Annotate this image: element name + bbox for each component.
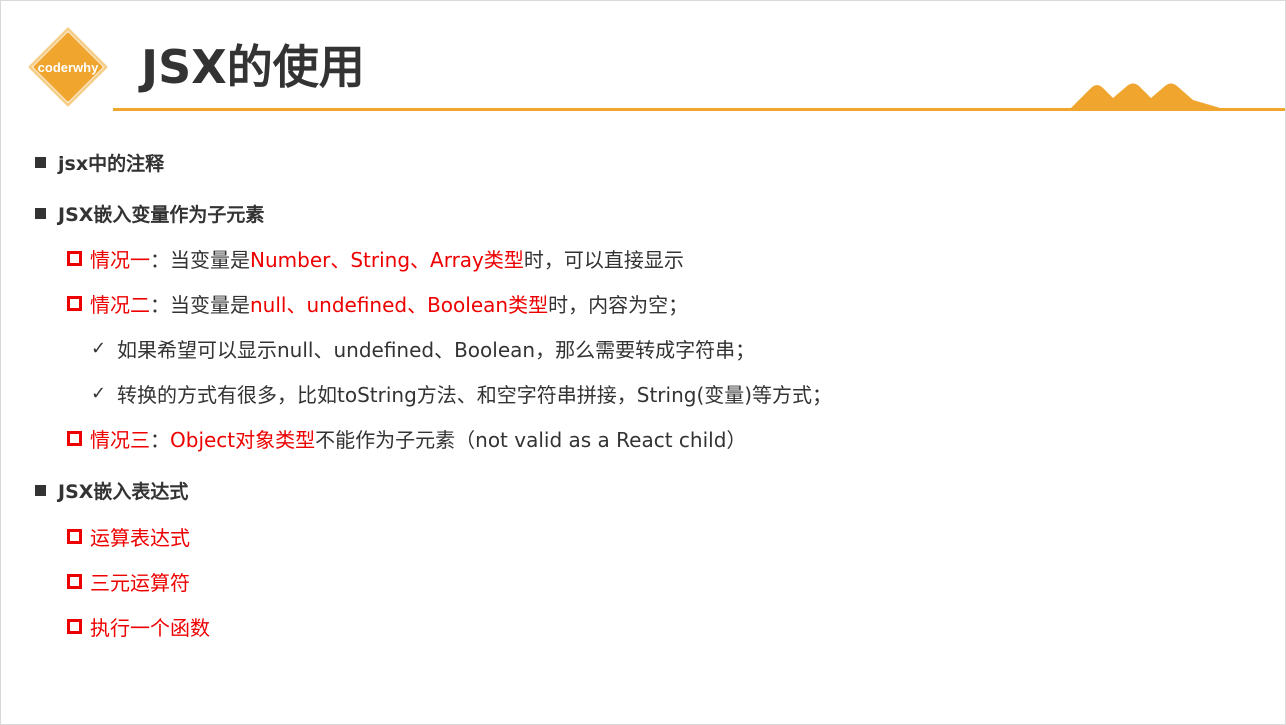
case-highlight: null、undefined、Boolean类型 xyxy=(250,292,549,317)
check-text: 如果希望可以显示null、undefined、Boolean，那么需要转成字符串… xyxy=(117,337,756,362)
red-hollow-square-icon xyxy=(67,430,82,446)
sub-bullet-arithmetic-expression: 运算表达式 xyxy=(67,519,190,553)
mountain-peaks-icon xyxy=(1069,83,1227,110)
checkmark-icon: ✓ xyxy=(91,382,107,404)
case-label: 情况一 xyxy=(90,247,150,272)
sub-bullet-case-two: 情况二 ：当变量是 null、undefined、Boolean类型 时，内容为… xyxy=(67,286,688,320)
black-square-icon xyxy=(35,484,46,496)
case-separator: ：当变量是 xyxy=(150,247,250,272)
slide: coderwhy JSX的使用 jsx中的注释 JSX嵌入变量作为子元素 情况一… xyxy=(0,0,1286,725)
case-highlight: Number、String、Array类型 xyxy=(250,247,524,272)
sub-bullet-call-function: 执行一个函数 xyxy=(67,609,210,643)
case-separator: ： xyxy=(150,427,170,452)
logo-text: coderwhy xyxy=(38,60,99,75)
check-item-conversion-methods: ✓ 转换的方式有很多，比如toString方法、和空字符串拼接，String(变… xyxy=(91,376,832,410)
sub-bullet-case-three: 情况三 ： Object对象类型 不能作为子元素（not valid as a … xyxy=(67,421,746,455)
case-label: 情况二 xyxy=(90,292,150,317)
bullet-jsx-comments: jsx中的注释 xyxy=(35,145,164,179)
sub-bullet-text: 运算表达式 xyxy=(90,525,190,550)
check-item-show-as-string: ✓ 如果希望可以显示null、undefined、Boolean，那么需要转成字… xyxy=(91,331,755,365)
case-label: 情况三 xyxy=(90,427,150,452)
case-separator: ：当变量是 xyxy=(150,292,250,317)
header-rule xyxy=(113,108,1285,111)
bullet-jsx-embed-variable: JSX嵌入变量作为子元素 xyxy=(35,196,264,230)
bullet-text: JSX嵌入变量作为子元素 xyxy=(58,203,265,226)
case-highlight: Object对象类型 xyxy=(170,427,316,452)
bullet-text: JSX嵌入表达式 xyxy=(58,480,189,503)
black-square-icon xyxy=(35,207,46,219)
sub-bullet-ternary-operator: 三元运算符 xyxy=(67,564,190,598)
bullet-jsx-embed-expression: JSX嵌入表达式 xyxy=(35,473,188,507)
red-hollow-square-icon xyxy=(67,573,82,589)
case-rest: 时，内容为空； xyxy=(548,292,689,317)
sub-bullet-text: 三元运算符 xyxy=(90,570,190,595)
check-text: 转换的方式有很多，比如toString方法、和空字符串拼接，String(变量)… xyxy=(117,382,833,407)
case-rest: 时，可以直接显示 xyxy=(523,247,684,272)
red-hollow-square-icon xyxy=(67,528,82,544)
bullet-text: jsx中的注释 xyxy=(58,152,165,175)
coderwhy-logo: coderwhy xyxy=(28,27,108,107)
sub-bullet-case-one: 情况一 ：当变量是 Number、String、Array类型 时，可以直接显示 xyxy=(67,241,684,275)
case-rest: 不能作为子元素（not valid as a React child） xyxy=(315,427,747,452)
red-hollow-square-icon xyxy=(67,295,82,311)
page-title: JSX的使用 xyxy=(141,40,365,94)
checkmark-icon: ✓ xyxy=(91,337,107,359)
black-square-icon xyxy=(35,156,46,168)
red-hollow-square-icon xyxy=(67,618,82,634)
red-hollow-square-icon xyxy=(67,250,82,266)
sub-bullet-text: 执行一个函数 xyxy=(90,615,210,640)
